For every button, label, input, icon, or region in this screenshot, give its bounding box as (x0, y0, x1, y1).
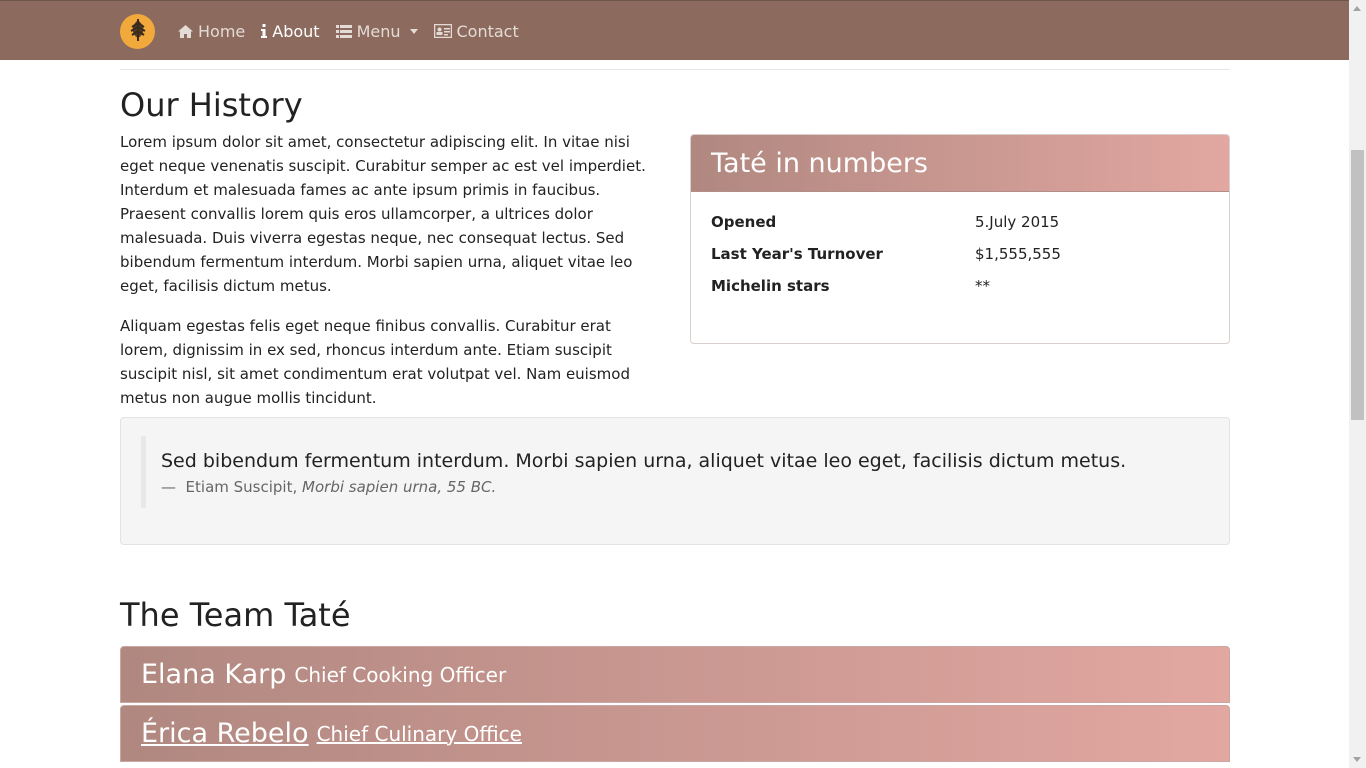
stat-turnover: Last Year's Turnover $1,555,555 (711, 245, 1211, 263)
info-icon (261, 24, 268, 38)
nav-menu-dropdown[interactable]: Menu (335, 21, 418, 41)
nav-about-label: About (272, 21, 320, 41)
stat-label: Opened (711, 213, 777, 231)
scroll-thumb[interactable] (1351, 150, 1364, 420)
stat-value: $1,555,555 (975, 245, 1061, 263)
nav-menu-label: Menu (356, 21, 401, 41)
team-member-elana[interactable]: Elana Karp Chief Cooking Officer (120, 646, 1230, 703)
team-member-erica[interactable]: Érica Rebelo Chief Culinary Office (120, 705, 1230, 762)
history-paragraph-2: Aliquam egestas felis eget neque finibus… (120, 317, 630, 407)
main-nav: Home About Menu Contact (178, 1, 535, 61)
stat-label: Michelin stars (711, 277, 830, 295)
chevron-down-icon (409, 28, 418, 34)
nav-home-label: Home (198, 21, 246, 41)
history-heading: Our History (120, 86, 303, 124)
member-name: Érica Rebelo (141, 718, 309, 749)
nav-home[interactable]: Home (178, 22, 245, 41)
stat-michelin: Michelin stars ** (711, 277, 1211, 295)
brand-logo[interactable] (120, 14, 155, 49)
quote-dash: — (161, 478, 176, 496)
stat-opened: Opened 5.July 2015 (711, 213, 1211, 231)
nav-contact[interactable]: Contact (433, 21, 519, 41)
nav-contact-label: Contact (456, 21, 519, 41)
numbers-panel-title: Taté in numbers (691, 135, 1229, 192)
quote-author: Etiam Suscipit, (185, 478, 298, 496)
member-name: Elana Karp (141, 659, 287, 690)
quote-footer: — Etiam Suscipit, Morbi sapien urna, 55 … (161, 478, 1126, 496)
top-navbar: Home About Menu Contact (0, 0, 1349, 60)
stat-value: ** (975, 277, 990, 295)
leaf-icon (128, 18, 148, 46)
nav-about[interactable]: About (261, 21, 320, 41)
quote-well: Sed bibendum fermentum interdum. Morbi s… (120, 417, 1230, 545)
scroll-up-icon[interactable] (1353, 6, 1361, 11)
member-role: Chief Culinary Office (316, 721, 522, 746)
blockquote: Sed bibendum fermentum interdum. Morbi s… (141, 436, 1126, 508)
quote-source: Morbi sapien urna, 55 BC. (302, 478, 497, 496)
page-scrollbar[interactable] (1349, 0, 1366, 768)
history-paragraph-1: Lorem ipsum dolor sit amet, consectetur … (120, 133, 646, 295)
home-icon (178, 24, 193, 38)
divider (120, 69, 1230, 70)
member-role: Chief Cooking Officer (294, 662, 507, 687)
quote-text: Sed bibendum fermentum interdum. Morbi s… (161, 450, 1127, 472)
stat-value: 5.July 2015 (975, 213, 1060, 231)
stat-label: Last Year's Turnover (711, 245, 883, 263)
history-text: Lorem ipsum dolor sit amet, consectetur … (120, 130, 660, 426)
list-icon (335, 24, 352, 38)
team-heading: The Team Taté (120, 596, 351, 634)
contact-card-icon (433, 24, 452, 38)
scroll-down-icon[interactable] (1353, 757, 1361, 762)
numbers-panel: Taté in numbers Opened 5.July 2015 Last … (690, 134, 1230, 344)
